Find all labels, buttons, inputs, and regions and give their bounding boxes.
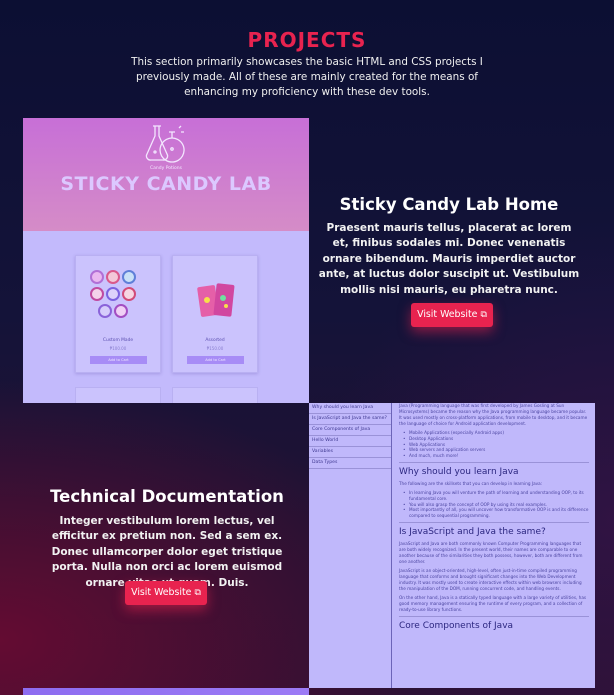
product-price: ₱150.00 [206, 346, 224, 351]
visit-website-label: Visit Website [417, 309, 478, 320]
visit-website-label: Visit Website [131, 587, 192, 598]
product-card [75, 387, 161, 403]
product-price: ₱100.00 [109, 346, 127, 351]
doc-main-content: Java (Programming language that was firs… [399, 403, 589, 635]
project-title: Sticky Candy Lab Home [339, 195, 559, 214]
doc-paragraph: Java (Programming language that was firs… [399, 403, 588, 426]
doc-heading: Is JavaScript and Java the same? [399, 526, 546, 537]
doc-divider [399, 521, 589, 523]
add-to-cart-button: Add to Cart [187, 356, 244, 364]
project-screenshot-candy-lab[interactable]: Candy Potions STICKY CANDY LAB Custom Ma… [23, 118, 309, 403]
candy-brand-title: STICKY CANDY LAB [60, 173, 272, 195]
doc-nav-item: Core Components of Java [309, 425, 391, 436]
candy-bag-image [197, 283, 235, 317]
project-description: Integer vestibulum lorem lectus, vel eff… [51, 515, 283, 589]
candy-products: Custom Made ₱100.00 Add to Cart Assorted… [23, 231, 309, 403]
doc-paragraph: JavaScript and Java are both commonly kn… [399, 540, 583, 564]
doc-divider [399, 615, 589, 617]
doc-nav-item: Is JavaScript and Java the same? [309, 414, 391, 425]
product-label: Custom Made [102, 338, 134, 343]
candy-image [106, 287, 120, 301]
doc-list-item: And much, much more! [399, 453, 589, 459]
doc-paragraph: JavaScript is an object-oriented, high-l… [399, 567, 582, 591]
candy-brand-small: Candy Potions [150, 166, 182, 171]
doc-divider [399, 461, 589, 463]
doc-paragraph: The following are the skillsets that you… [399, 480, 543, 486]
doc-list-item: Most importantly of all, you will uncove… [399, 507, 589, 519]
doc-list-item: In learning Java you will venture the pa… [399, 490, 589, 502]
doc-heading: Why should you learn Java [399, 466, 519, 477]
external-link-icon: ⧉ [194, 588, 201, 598]
project-screenshot-tech-doc[interactable]: Why should you learn Java Is JavaScript … [309, 403, 595, 688]
candy-image [114, 304, 128, 318]
candy-image [90, 287, 104, 301]
visit-website-button[interactable]: Visit Website ⧉ [411, 303, 493, 327]
doc-nav-item: Why should you learn Java [309, 403, 391, 414]
candy-image [106, 270, 120, 284]
doc-sidebar-nav: Why should you learn Java Is JavaScript … [309, 403, 392, 688]
project-description: Praesent mauris tellus, placerat ac lore… [318, 222, 580, 296]
project-screenshot-next[interactable] [23, 688, 309, 695]
candy-image [98, 304, 112, 318]
visit-website-button[interactable]: Visit Website ⧉ [125, 581, 207, 605]
doc-nav-item: Hello World [309, 436, 391, 447]
doc-nav-item: Data Types [309, 458, 391, 469]
candy-image [122, 270, 136, 284]
flask-icon [145, 125, 185, 163]
candy-hero-banner: Candy Potions STICKY CANDY LAB [23, 118, 309, 231]
project-title: Technical Documentation [50, 487, 284, 506]
candy-image [90, 270, 104, 284]
product-label: Assorted [205, 338, 225, 343]
add-to-cart-button: Add to Cart [90, 356, 147, 364]
projects-title: PROJECTS [247, 28, 367, 52]
product-card: Assorted ₱150.00 Add to Cart [172, 255, 258, 373]
candy-image [122, 287, 136, 301]
doc-heading: Core Components of Java [399, 620, 514, 631]
projects-intro: This section primarily showcases the bas… [131, 56, 483, 98]
doc-nav-item: Variables [309, 447, 391, 458]
product-card: Custom Made ₱100.00 Add to Cart [75, 255, 161, 373]
product-card [172, 387, 258, 403]
doc-paragraph: On the other hand, Java is a statically … [399, 594, 587, 612]
external-link-icon: ⧉ [480, 310, 487, 320]
